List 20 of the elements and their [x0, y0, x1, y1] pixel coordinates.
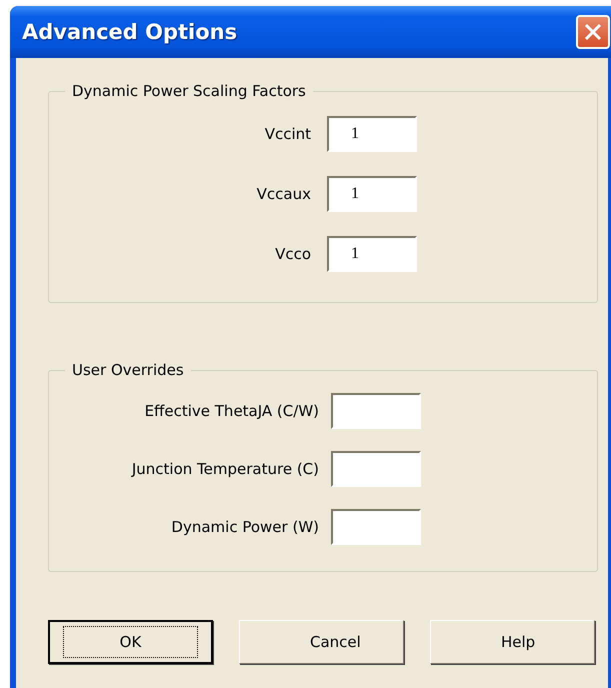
input-field[interactable]	[331, 451, 421, 487]
window-title: Advanced Options	[22, 20, 238, 44]
field-label: Vccint	[264, 125, 311, 143]
group-title: Dynamic Power Scaling Factors	[71, 82, 307, 100]
field-label: Dynamic Power (W)	[171, 518, 319, 536]
input-field[interactable]	[331, 393, 421, 429]
dialog-button[interactable]: OK	[48, 620, 213, 664]
input-field[interactable]: 1	[327, 236, 417, 272]
group-title: User Overrides	[71, 361, 185, 379]
field-label: Junction Temperature (C)	[132, 460, 319, 478]
close-icon	[583, 22, 603, 42]
field-label: Effective ThetaJA (C/W)	[144, 402, 319, 420]
input-field[interactable]: 1	[327, 116, 417, 152]
field-label: Vccaux	[256, 185, 311, 203]
dialog-button[interactable]: Help	[430, 620, 595, 664]
input-field[interactable]	[331, 509, 421, 545]
input-field[interactable]: 1	[327, 176, 417, 212]
close-button[interactable]	[576, 15, 610, 49]
dialog-button[interactable]: Cancel	[239, 620, 404, 664]
field-label: Vcco	[275, 245, 311, 263]
